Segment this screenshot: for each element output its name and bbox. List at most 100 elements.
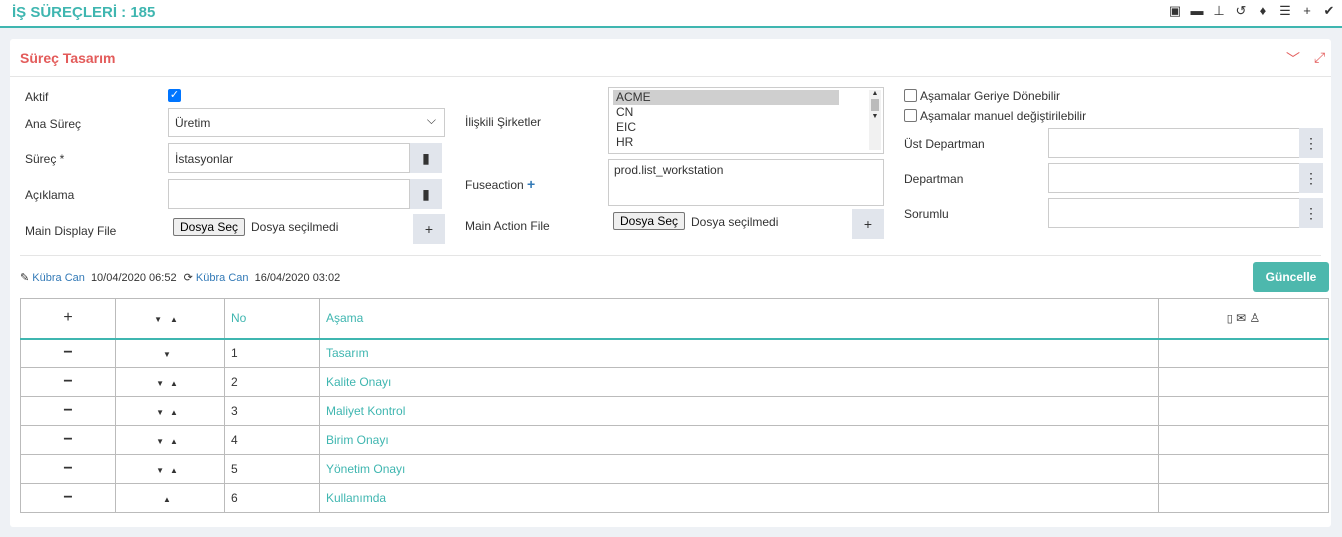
departman-input[interactable] <box>1048 163 1300 193</box>
surec-label: Süreç * <box>25 152 65 166</box>
collapse-icon[interactable]: ﹀ <box>1286 49 1300 69</box>
expand-icon[interactable]: ⤢ <box>1314 49 1325 66</box>
companies-listbox[interactable]: ACME CN EIC HR ▲ ▼ <box>608 87 884 154</box>
stage-name[interactable]: Yönetim Onayı <box>319 454 1159 484</box>
manuel-checkbox[interactable] <box>904 109 917 122</box>
aktif-checkbox[interactable]: ✓ <box>168 89 181 102</box>
company-option[interactable]: CN <box>613 105 879 120</box>
sort-arrows-icon[interactable]: ▼ <box>163 350 177 359</box>
stage-no: 1 <box>224 338 320 368</box>
table-row: − ▲ 6 Kullanımda <box>20 483 1329 513</box>
book-icon: ▮ <box>422 185 430 202</box>
column-no[interactable]: No <box>224 298 320 340</box>
table-row: − ▼▲ 4 Birim Onayı <box>20 425 1329 455</box>
remove-row-button[interactable]: − <box>20 367 116 397</box>
sort-arrows-icon[interactable]: ▼▲ <box>156 379 184 388</box>
iliskili-label: İlişkili Şirketler <box>465 115 542 129</box>
fuseaction-label: Fuseaction + <box>465 176 536 192</box>
sorumlu-menu-button[interactable]: ⋮ <box>1299 198 1323 228</box>
company-option[interactable]: HR <box>613 135 879 150</box>
sort-header: ▼▲ <box>115 298 225 340</box>
more-vertical-icon: ⋮ <box>1304 134 1318 151</box>
ana-surec-value: Üretim <box>175 116 211 130</box>
book-icon: ▮ <box>422 149 430 166</box>
sort-arrows-icon[interactable]: ▲ <box>163 495 177 504</box>
stage-name[interactable]: Birim Onayı <box>319 425 1159 455</box>
company-option[interactable]: EIC <box>613 120 879 135</box>
geri-label: Aşamalar Geriye Dönebilir <box>920 89 1061 103</box>
fuseaction-value: prod.list_workstation <box>614 163 724 177</box>
add-fuseaction-icon[interactable]: + <box>527 176 535 192</box>
stage-name[interactable]: Maliyet Kontrol <box>319 396 1159 426</box>
ust-departman-input[interactable] <box>1048 128 1300 158</box>
stage-notify-cell <box>1158 425 1329 455</box>
stage-name[interactable]: Kalite Onayı <box>319 367 1159 397</box>
departman-menu-button[interactable]: ⋮ <box>1299 163 1323 193</box>
list-icon[interactable]: ☰ <box>1278 4 1292 18</box>
main-action-file-button[interactable]: Dosya Seç <box>613 212 686 230</box>
editor-link[interactable]: Kübra Can <box>32 272 85 284</box>
stage-name[interactable]: Tasarım <box>319 338 1159 368</box>
remove-row-button[interactable]: − <box>20 425 116 455</box>
remove-row-button[interactable]: − <box>20 454 116 484</box>
panel-header: Süreç Tasarım ﹀ ⤢ <box>10 39 1331 77</box>
reorder-arrows[interactable]: ▼▲ <box>115 425 225 455</box>
geri-checkbox[interactable] <box>904 89 917 102</box>
layout-icon[interactable]: ▣ <box>1168 4 1182 18</box>
reorder-arrows[interactable]: ▼▲ <box>115 367 225 397</box>
stage-notify-cell <box>1158 454 1329 484</box>
remove-row-button[interactable]: − <box>20 396 116 426</box>
remove-row-button[interactable]: − <box>20 483 116 513</box>
edit-date: 10/04/2020 06:52 <box>90 272 177 284</box>
pencil-icon: ✎ <box>20 272 30 284</box>
stage-no: 4 <box>224 425 320 455</box>
updater-link[interactable]: Kübra Can <box>196 272 249 284</box>
fuseaction-textarea[interactable]: prod.list_workstation <box>608 159 884 206</box>
sorumlu-input[interactable] <box>1048 198 1300 228</box>
update-button[interactable]: Güncelle <box>1253 262 1329 292</box>
plus-icon[interactable]: + <box>1300 4 1314 18</box>
table-row: − ▼ 1 Tasarım <box>20 338 1329 368</box>
manuel-label: Aşamalar manuel değiştirilebilir <box>920 109 1087 123</box>
reorder-arrows[interactable]: ▼▲ <box>115 454 225 484</box>
check-icon[interactable]: ✔ <box>1322 4 1336 18</box>
aciklama-book-button[interactable]: ▮ <box>410 179 442 209</box>
main-display-label: Main Display File <box>25 224 117 238</box>
remove-row-button[interactable]: − <box>20 338 116 368</box>
stage-notify-cell <box>1158 338 1329 368</box>
reorder-arrows[interactable]: ▼ <box>115 338 225 368</box>
surec-input[interactable]: İstasyonlar <box>168 143 410 173</box>
bell-icon[interactable]: ♦ <box>1256 4 1270 18</box>
ana-surec-select[interactable]: Üretim ⌵ <box>168 108 445 137</box>
folder-icon[interactable]: ▬ <box>1190 4 1204 18</box>
stage-no: 3 <box>224 396 320 426</box>
aciklama-textarea[interactable] <box>168 179 410 209</box>
sitemap-icon[interactable]: ⊥ <box>1212 4 1226 18</box>
aktif-label: Aktif <box>25 90 49 104</box>
ust-departman-menu-button[interactable]: ⋮ <box>1299 128 1323 158</box>
panel-title: Süreç Tasarım <box>20 50 116 66</box>
chevron-down-icon: ⌵ <box>426 113 436 127</box>
record-meta: ✎ Kübra Can 10/04/2020 06:52 ⟳ Kübra Can… <box>20 271 340 284</box>
company-option[interactable]: ACME <box>613 90 839 105</box>
sort-arrows-icon[interactable]: ▼▲ <box>156 466 184 475</box>
main-display-add-button[interactable]: + <box>413 214 445 244</box>
history-icon[interactable]: ↺ <box>1234 4 1248 18</box>
notification-header: ▯ ✉ ♙ <box>1158 298 1329 340</box>
surec-book-button[interactable]: ▮ <box>410 143 442 173</box>
sort-arrows-icon[interactable]: ▼▲ <box>156 437 184 446</box>
main-display-file-button[interactable]: Dosya Seç <box>173 218 246 236</box>
reorder-arrows[interactable]: ▼▲ <box>115 396 225 426</box>
aciklama-label: Açıklama <box>25 188 75 202</box>
stage-name[interactable]: Kullanımda <box>319 483 1159 513</box>
toolbar-icons: ▣ ▬ ⊥ ↺ ♦ ☰ + ✔ <box>1168 4 1336 18</box>
sort-arrows-icon[interactable]: ▼▲ <box>156 408 184 417</box>
add-row-button[interactable]: + <box>20 298 116 340</box>
main-action-add-button[interactable]: + <box>852 209 884 239</box>
listbox-scrollbar[interactable]: ▲ ▼ <box>869 90 881 150</box>
stage-no: 2 <box>224 367 320 397</box>
column-asama[interactable]: Aşama <box>319 298 1159 340</box>
mail-icon: ✉ <box>1236 311 1247 326</box>
reorder-arrows[interactable]: ▲ <box>115 483 225 513</box>
ana-surec-label: Ana Süreç <box>25 117 82 131</box>
